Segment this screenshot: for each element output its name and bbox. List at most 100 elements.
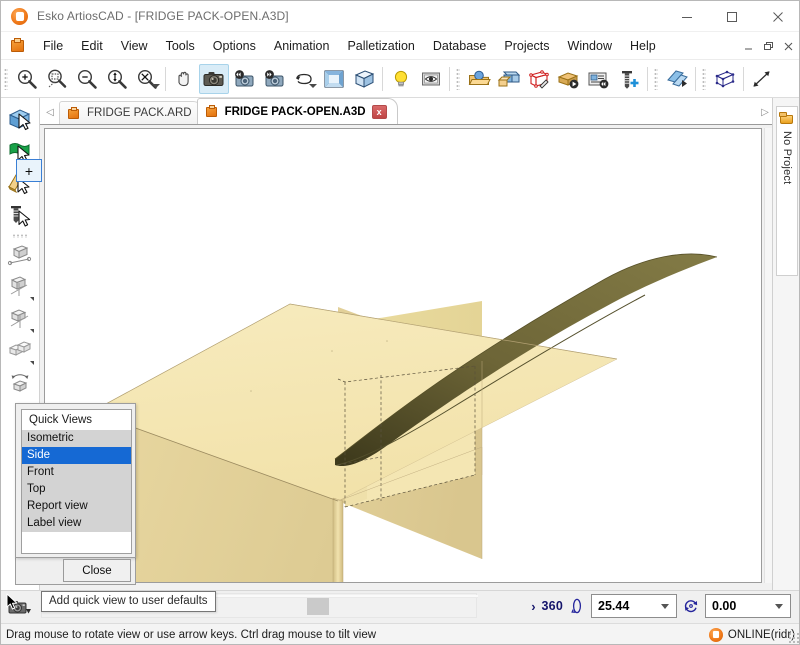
quick-view-item-isometric[interactable]: Isometric — [22, 430, 131, 447]
spin-angle-combo[interactable]: 0.00 — [705, 594, 791, 618]
copy-object-dropdown-arrow[interactable] — [30, 361, 34, 365]
add-board-icon[interactable] — [494, 64, 524, 94]
tilt-angle-combo[interactable]: 25.44 — [591, 594, 677, 618]
toolbar-grip-3[interactable] — [654, 68, 658, 90]
menu-palletization[interactable]: Palletization — [339, 36, 422, 56]
rotate-object-icon[interactable] — [4, 271, 36, 303]
menu-tools[interactable]: Tools — [158, 36, 203, 56]
bounding-box-icon[interactable] — [710, 64, 740, 94]
folding-icon[interactable] — [662, 64, 692, 94]
tab-fridge-pack-open-a3d[interactable]: FRIDGE PACK-OPEN.A3D x — [197, 98, 398, 124]
window-controls — [664, 1, 800, 32]
menu-view[interactable]: View — [113, 36, 156, 56]
chevron-down-icon[interactable] — [661, 604, 669, 609]
zoom-fit-icon[interactable] — [132, 64, 162, 94]
viewport-container — [40, 124, 774, 590]
lightbulb-icon[interactable] — [386, 64, 416, 94]
document-icon — [10, 38, 26, 54]
esko-logo-icon — [11, 8, 28, 25]
move-object-icon[interactable] — [4, 239, 36, 271]
add-fastener-icon[interactable] — [614, 64, 644, 94]
project-folder-icon — [779, 111, 795, 125]
quick-view-item-top[interactable]: Top — [22, 481, 131, 498]
menu-window[interactable]: Window — [560, 36, 620, 56]
rotate-view-icon[interactable] — [289, 64, 319, 94]
zoom-in-icon[interactable] — [12, 64, 42, 94]
zoom-out-icon[interactable] — [72, 64, 102, 94]
artioscad-window: Esko ArtiosCAD - [FRIDGE PACK-OPEN.A3D] … — [0, 0, 800, 645]
camera-previous-icon[interactable] — [229, 64, 259, 94]
toolbar-separator-4 — [647, 67, 648, 91]
rotate-object-dropdown-arrow[interactable] — [30, 297, 34, 301]
pan-hand-icon[interactable] — [169, 64, 199, 94]
project-panel-label: No Project — [781, 131, 793, 184]
box-view-icon[interactable] — [349, 64, 379, 94]
mirror-object-icon[interactable] — [4, 303, 36, 335]
right-dock: No Project — [772, 98, 799, 590]
view-plane-icon[interactable] — [319, 64, 349, 94]
quick-views-close-button[interactable]: Close — [63, 559, 131, 582]
menu-bar: File Edit View Tools Options Animation P… — [1, 32, 800, 60]
ard-file-icon — [68, 107, 81, 120]
quick-view-item-side[interactable]: Side — [22, 447, 131, 464]
zoom-fit-dropdown-arrow[interactable] — [152, 84, 160, 92]
quick-views-add-button[interactable]: + — [16, 159, 42, 182]
project-panel-tab[interactable]: No Project — [776, 106, 798, 276]
select-fastener-icon[interactable] — [4, 200, 36, 232]
fridge-pack-open-3d-box — [45, 129, 761, 582]
status-online-group: ONLINE(ridr) — [709, 628, 795, 642]
mouse-cursor-icon — [6, 593, 19, 616]
quick-views-items: Isometric Side Front Top Report view Lab… — [22, 430, 131, 532]
menu-edit[interactable]: Edit — [73, 36, 111, 56]
mdi-controls — [740, 38, 797, 54]
status-message: Drag mouse to rotate view or use arrow k… — [6, 629, 376, 641]
chevron-down-icon-2[interactable] — [775, 604, 783, 609]
mdi-close-button[interactable] — [780, 38, 797, 54]
tab-fridge-pack-ard[interactable]: FRIDGE PACK.ARD — [59, 101, 203, 124]
scroll-thumb[interactable] — [307, 598, 329, 615]
toolbar-grip[interactable] — [4, 68, 8, 90]
toolbar-separator-3 — [449, 67, 450, 91]
tab-scroll-left-icon[interactable]: ◁ — [41, 100, 59, 124]
quick-view-item-front[interactable]: Front — [22, 464, 131, 481]
eye-preview-icon[interactable] — [416, 64, 446, 94]
menu-projects[interactable]: Projects — [496, 36, 557, 56]
camera-next-icon[interactable] — [259, 64, 289, 94]
zoom-previous-icon[interactable] — [102, 64, 132, 94]
menu-file[interactable]: File — [35, 36, 71, 56]
wireframe-edit-icon[interactable] — [524, 64, 554, 94]
animation-play-icon[interactable] — [554, 64, 584, 94]
toolbar-separator — [165, 67, 166, 91]
report-rewind-icon[interactable] — [584, 64, 614, 94]
menu-help[interactable]: Help — [622, 36, 664, 56]
resize-grip-icon[interactable] — [788, 632, 800, 644]
quick-views-title: Quick Views — [22, 410, 131, 430]
toolbar-grip-4[interactable] — [702, 68, 706, 90]
maximize-button[interactable] — [709, 1, 754, 32]
menu-animation[interactable]: Animation — [266, 36, 338, 56]
mirror-object-dropdown-arrow[interactable] — [30, 329, 34, 333]
mdi-minimize-button[interactable] — [740, 38, 757, 54]
zoom-window-icon[interactable] — [42, 64, 72, 94]
rotate-view-dropdown-arrow[interactable] — [309, 84, 317, 92]
minimize-button[interactable] — [664, 1, 709, 32]
quick-view-item-label-view[interactable]: Label view — [22, 515, 131, 532]
esko-online-icon — [709, 628, 723, 642]
toolbar-grip-2[interactable] — [456, 68, 460, 90]
open-folder-icon[interactable] — [464, 64, 494, 94]
3d-viewport[interactable] — [44, 128, 762, 583]
copy-object-icon[interactable] — [4, 335, 36, 367]
menu-options[interactable]: Options — [205, 36, 264, 56]
quick-view-item-report-view[interactable]: Report view — [22, 498, 131, 515]
quick-views-list[interactable]: Quick Views Isometric Side Front Top Rep… — [21, 409, 132, 554]
tumble-object-icon[interactable] — [4, 367, 36, 399]
camera-icon[interactable] — [199, 64, 229, 94]
measure-icon[interactable] — [747, 64, 777, 94]
close-button[interactable] — [754, 1, 800, 32]
rotate-caret-icon: › — [531, 599, 535, 614]
tooltip: Add quick view to user defaults — [41, 591, 216, 612]
menu-database[interactable]: Database — [425, 36, 495, 56]
mdi-restore-button[interactable] — [760, 38, 777, 54]
tab-close-icon[interactable]: x — [372, 105, 387, 119]
select-3d-icon[interactable] — [4, 104, 36, 136]
